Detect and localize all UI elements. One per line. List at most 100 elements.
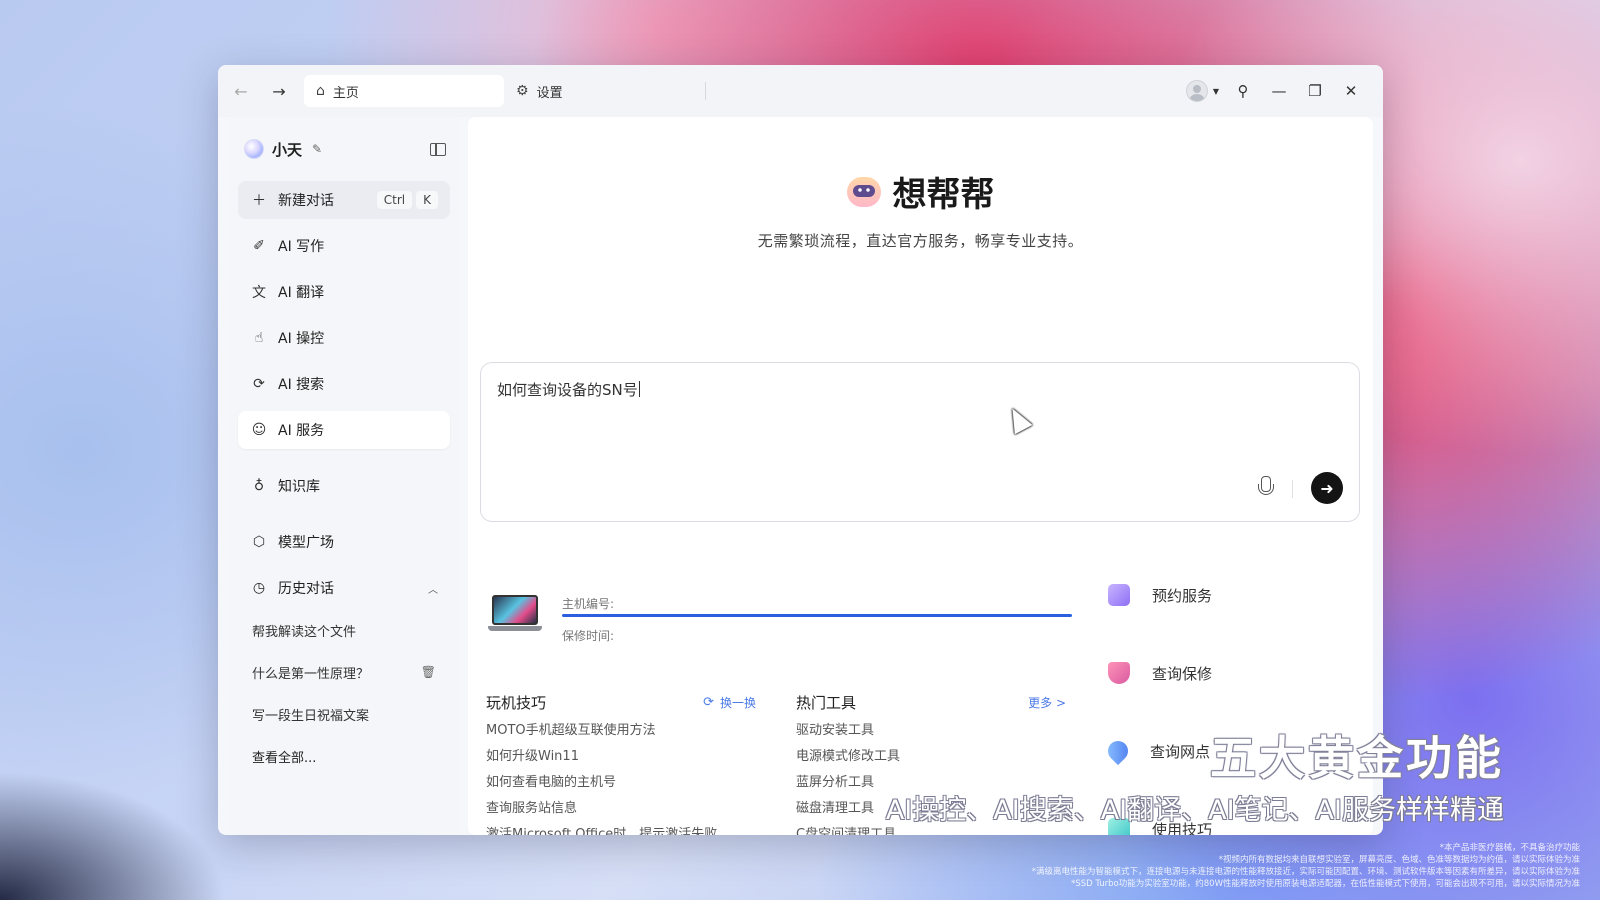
chat-input[interactable]: 如何查询设备的SN号 (497, 379, 640, 400)
laptop-base (488, 626, 542, 631)
restore-icon: ❐ (1308, 82, 1322, 100)
calendar-icon (1108, 584, 1130, 606)
tips-title: 玩机技巧 (486, 693, 547, 712)
shortcut-key-ctrl: Ctrl (376, 191, 413, 209)
back-button[interactable]: ← (226, 76, 256, 106)
service-label: 查询网点 (1150, 742, 1211, 761)
pin-button[interactable]: ⚲ (1225, 76, 1261, 106)
serial-number-label: 主机编号: (562, 597, 615, 611)
close-icon: ✕ (1344, 82, 1358, 100)
chat-input-box[interactable]: 如何查询设备的SN号 ➜ (480, 362, 1360, 522)
close-button[interactable]: ✕ (1333, 76, 1369, 106)
promo-caption-title: 五大黄金功能 (1210, 731, 1504, 785)
sidebar-item-label: AI 翻译 (278, 285, 325, 301)
warranty-label: 保修时间: (562, 629, 615, 643)
mascot-icon (846, 176, 881, 207)
history-item-label: 什么是第一性原理？ (252, 666, 370, 682)
view-all-history-link[interactable]: 查看全部... (238, 737, 450, 775)
list-item[interactable]: 电源模式修改工具 (796, 744, 1066, 770)
history-item[interactable]: 写一段生日祝福文案 (238, 695, 450, 733)
app-window: ← → ⌂ 主页 ⚙ 设置 ▼ ⚲ — ❐ ✕ 小天 ✎ ＋ 新建对话 Ctrl… (218, 65, 1383, 835)
chat-input-value: 如何查询设备的SN号 (497, 381, 638, 399)
list-item[interactable]: 查询服务站信息 (486, 796, 756, 822)
service-label: 查询保修 (1152, 664, 1213, 683)
list-item[interactable]: 激活Microsoft Office时，提示激活失败 (486, 822, 756, 835)
sidebar-item-ai-control[interactable]: ☝ AI 操控 (238, 319, 450, 357)
disclaimer-line: *本产品非医疗器械，不具备治疗功能 (1439, 843, 1580, 853)
hero: 想帮帮 无需繁琐流程，直达官方服务，畅享专业支持。 (468, 167, 1373, 251)
history-item[interactable]: 帮我解读这个文件 (238, 611, 450, 649)
chevron-up-icon: ︿ (428, 584, 438, 596)
new-chat-label: 新建对话 (278, 193, 334, 209)
refresh-icon: ⟳ (703, 694, 714, 710)
avatar (1185, 80, 1208, 102)
laptop-image (492, 595, 538, 625)
forward-button[interactable]: → (264, 76, 294, 106)
maximize-button[interactable]: ❐ (1297, 76, 1333, 106)
edit-icon[interactable]: ✎ (312, 142, 322, 156)
list-item[interactable]: 如何升级Win11 (486, 744, 756, 770)
minimize-button[interactable]: — (1261, 76, 1297, 106)
input-divider (1292, 480, 1293, 498)
page-subtitle: 无需繁琐流程，直达官方服务，畅享专业支持。 (757, 232, 1084, 250)
list-item[interactable]: 如何查看电脑的主机号 (486, 770, 756, 796)
sidebar-item-label: 模型广场 (278, 535, 334, 551)
page-title: 想帮帮 (846, 167, 995, 216)
service-icon: ☺ (251, 422, 267, 438)
list-item[interactable]: 驱动安装工具 (796, 718, 1066, 744)
sidebar-item-ai-search[interactable]: ⟳ AI 搜索 (238, 365, 450, 403)
title-bar: ← → ⌂ 主页 ⚙ 设置 ▼ ⚲ — ❐ ✕ (218, 65, 1383, 117)
loading-bar (562, 614, 1072, 617)
microphone-icon[interactable] (1257, 476, 1274, 500)
window-controls: ▼ ⚲ — ❐ ✕ (1185, 76, 1369, 106)
history-title: 历史对话 (278, 581, 334, 597)
tab-settings[interactable]: ⚙ 设置 (504, 75, 575, 107)
collapse-sidebar-icon[interactable] (430, 142, 446, 156)
gear-icon: ⚙ (516, 83, 529, 99)
tips-section: 玩机技巧 ⟳ 换一换 MOTO手机超级互联使用方法 如何升级Win11 如何查看… (486, 690, 756, 836)
assistant-name: 小天 (272, 140, 303, 159)
more-tools-link[interactable]: 更多 > (1028, 694, 1066, 711)
sidebar-item-ai-writing[interactable]: ✐ AI 写作 (238, 227, 450, 265)
send-button[interactable]: ➜ (1311, 472, 1343, 504)
pin-icon: ⚲ (1237, 82, 1249, 100)
list-item[interactable]: MOTO手机超级互联使用方法 (486, 718, 756, 744)
history-item[interactable]: 什么是第一性原理？ 🗑 (238, 653, 450, 691)
tab-home[interactable]: ⌂ 主页 (304, 75, 504, 107)
new-chat-button[interactable]: ＋ 新建对话 Ctrl K (238, 181, 450, 219)
sidebar-item-ai-translate[interactable]: 文 AI 翻译 (238, 273, 450, 311)
account-menu[interactable]: ▼ (1185, 80, 1219, 102)
text-caret (638, 381, 640, 397)
disclaimer-text: *本产品非医疗器械，不具备治疗功能 *视频内所有数据均来自联想实验室，屏幕亮度、… (880, 842, 1580, 890)
sidebar-item-label: AI 服务 (278, 423, 325, 439)
trash-icon[interactable]: 🗑 (421, 665, 436, 679)
arrow-right-icon: ➜ (1320, 478, 1334, 498)
tab-home-label: 主页 (332, 85, 359, 101)
history-section-toggle[interactable]: ◷ 历史对话 ︿ (238, 569, 450, 607)
service-warranty-button[interactable]: 查询保修 (1108, 653, 1368, 693)
disclaimer-line: *视频内所有数据均来自联想实验室，屏幕亮度、色域、色准等数据均为约值，请以实际体… (1218, 855, 1580, 865)
translate-icon: 文 (252, 285, 266, 301)
pen-icon: ✐ (253, 238, 265, 254)
tools-title: 热门工具 (796, 693, 857, 712)
sidebar-header: 小天 ✎ (228, 117, 460, 181)
sidebar-item-knowledge[interactable]: ♁ 知识库 (238, 467, 450, 505)
plus-icon: ＋ (252, 193, 266, 209)
assistant-logo (244, 139, 264, 159)
sidebar-item-models[interactable]: ⬡ 模型广场 (238, 523, 450, 561)
refresh-button[interactable]: ⟳ 换一换 (703, 694, 756, 711)
history-item-label: 帮我解读这个文件 (252, 624, 357, 640)
shortcut-key-k: K (416, 191, 438, 209)
shield-icon (1108, 662, 1130, 684)
cube-icon: ⬡ (252, 534, 266, 550)
sidebar-item-ai-service[interactable]: ☺ AI 服务 (238, 411, 450, 449)
page-title-text: 想帮帮 (892, 175, 995, 215)
service-book-button[interactable]: 预约服务 (1108, 575, 1368, 615)
sidebar-item-label: AI 操控 (278, 331, 325, 347)
bulb-icon: ♁ (253, 478, 265, 494)
sidebar-item-label: AI 写作 (278, 239, 325, 255)
history-item-label: 写一段生日祝福文案 (252, 708, 370, 724)
shortcut-keys: Ctrl K (376, 191, 438, 209)
clock-icon: ◷ (252, 580, 266, 596)
disclaimer-line: *满级离电性能为智能模式下，连接电源与未连接电源的性能释放接近，实际可能因配置、… (1031, 867, 1580, 877)
